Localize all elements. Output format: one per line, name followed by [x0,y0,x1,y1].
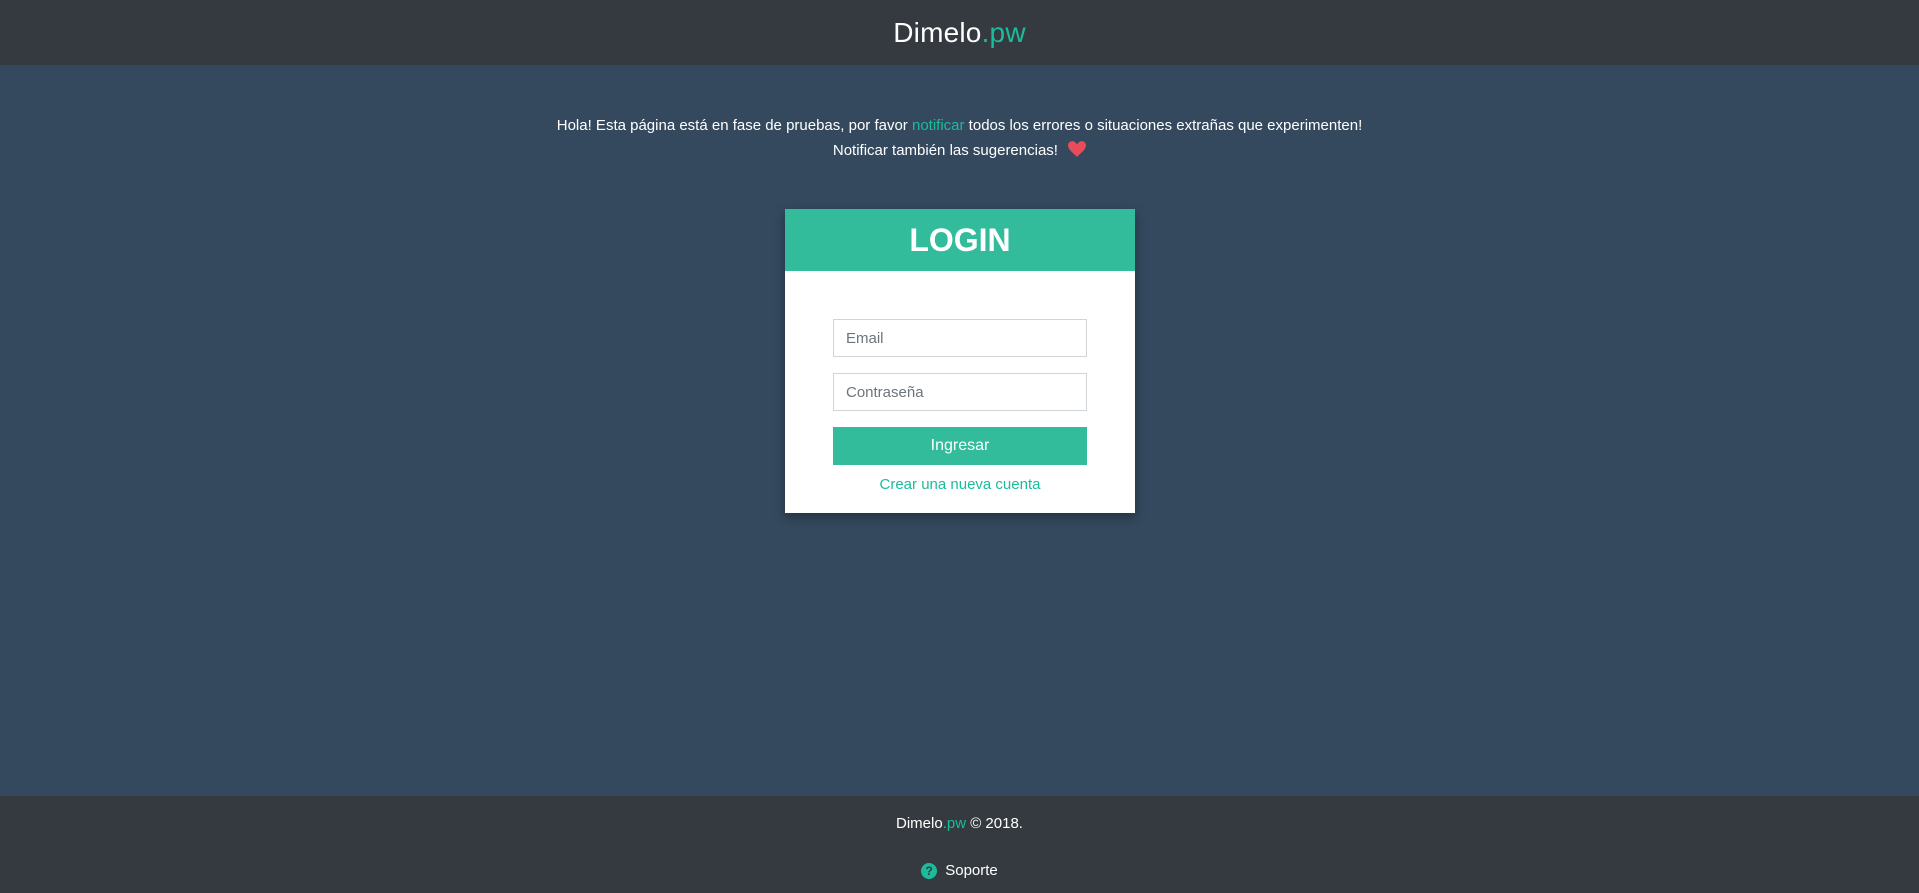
footer-brand-tld: .pw [942,815,967,832]
login-title: LOGIN [785,209,1135,271]
heart-icon [1068,141,1087,157]
brand-logo[interactable]: Dimelo.pw [893,17,1026,49]
login-card: LOGIN Ingresar Crear una nueva cuenta [785,209,1135,513]
login-submit-button[interactable]: Ingresar [833,427,1087,465]
footer-brand-name: Dimelo [896,815,943,832]
page-footer: Dimelo.pw © 2018. ? Soporte [0,796,1919,893]
notice-line-1: Hola! Esta página está en fase de prueba… [0,113,1919,138]
notice-text-before: Hola! Esta página está en fase de prueba… [556,117,912,134]
brand-tld: .pw [981,16,1026,48]
copyright-text: © 2018. [966,815,1023,832]
password-input[interactable] [833,373,1087,411]
brand-name: Dimelo [893,16,982,48]
create-account-link[interactable]: Crear una nueva cuenta [785,476,1135,493]
notice-line-2: Notificar también las sugerencias! [0,138,1919,163]
suggestions-text: Notificar también las sugerencias! [832,142,1058,159]
top-navbar: Dimelo.pw [0,0,1919,65]
question-circle-icon: ? [921,862,938,879]
email-input[interactable] [833,319,1087,357]
notice-text-after: todos los errores o situaciones extrañas… [964,117,1363,134]
notify-link[interactable]: notificar [912,117,965,134]
support-label: Soporte [945,862,998,879]
footer-copyright: Dimelo.pw © 2018. [0,815,1919,832]
testing-notice: Hola! Esta página está en fase de prueba… [0,113,1919,163]
support-link[interactable]: ? Soporte [0,862,1919,879]
